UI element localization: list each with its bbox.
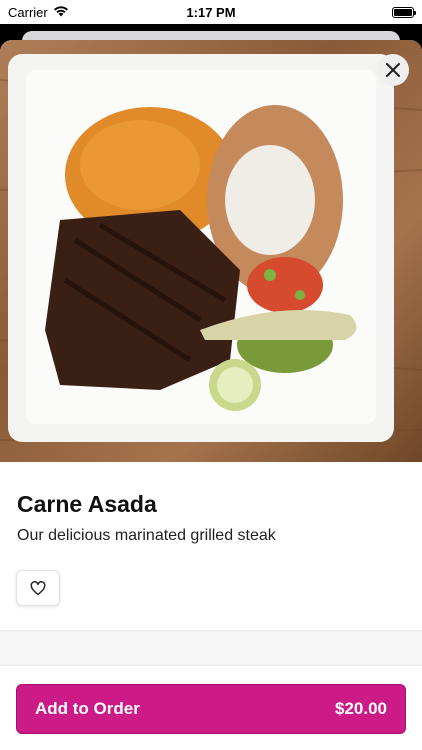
favorite-button[interactable] xyxy=(16,570,60,606)
battery-icon xyxy=(392,6,416,18)
status-left: Carrier xyxy=(8,5,69,20)
price-label: $20.00 xyxy=(335,699,387,718)
carrier-label: Carrier xyxy=(8,4,48,20)
close-button[interactable] xyxy=(377,54,409,86)
wifi-icon xyxy=(53,5,69,20)
item-detail-sheet: Carne Asada Our delicious marinated gril… xyxy=(0,40,422,750)
add-to-order-button[interactable]: Add to Order $20.00 xyxy=(16,684,406,734)
heart-icon xyxy=(30,580,46,595)
item-title: Carne Asada xyxy=(17,491,157,517)
item-description: Our delicious marinated grilled steak xyxy=(17,527,276,544)
close-icon xyxy=(386,63,400,77)
status-bar: Carrier 1:17 PM xyxy=(0,0,422,24)
item-photo xyxy=(0,40,422,462)
section-divider xyxy=(0,630,422,666)
add-to-order-label: Add to Order xyxy=(35,699,140,718)
